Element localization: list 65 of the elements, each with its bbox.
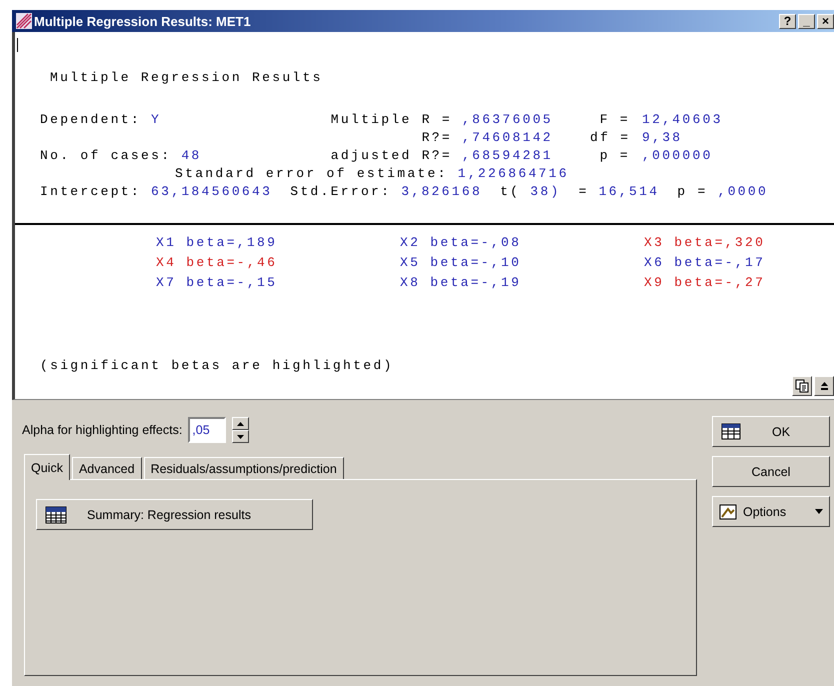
beta-value: X7 beta=-,15 [156,274,278,292]
tab[interactable]: Quick [24,454,70,480]
stat-value: ,68594281 [462,147,553,165]
alpha-label: Alpha for highlighting effects: [22,423,182,437]
stat-label: adjusted R?= [330,147,452,165]
chart-icon [719,504,737,520]
stat-label: F = [598,111,630,129]
beta-value: X8 beta=-,19 [400,274,522,292]
beta-value: X3 beta=,320 [644,234,766,252]
stat-value: 12,40603 [642,111,723,129]
stat-value: 1,226864716 [458,165,569,183]
minimize-button[interactable]: _ [798,14,815,28]
stat-value: 63,184560643 [151,183,272,201]
tab[interactable]: Residuals/assumptions/prediction [144,457,344,479]
stat-label: Intercept: [40,183,142,201]
spin-down-button[interactable] [232,430,250,443]
app-icon [16,13,32,29]
output-heading: Multiple Regression Results [49,69,324,87]
collapse-button[interactable] [814,376,834,396]
window-title: Multiple Regression Results: MET1 [34,14,252,28]
stat-label: p = [598,147,630,165]
alpha-field[interactable]: ,05 [188,417,226,443]
beta-value: X2 beta=-,08 [400,234,522,252]
stat-value: Y [151,111,162,129]
stat-label: Standard error of estimate: [175,165,448,183]
stat-value: ,000000 [642,147,713,165]
stat-label: p = [677,183,708,201]
options-button[interactable]: Options [712,496,830,527]
stat-value: ,74608142 [462,129,553,147]
stat-value: ,86376005 [462,111,553,129]
caret-icon [815,509,823,514]
stat-value: 38) [530,183,561,201]
stat-value: 16,514 [598,183,660,201]
help-button[interactable]: ? [779,14,796,28]
ok-button[interactable]: OK [712,416,830,447]
stat-label: = [578,183,589,201]
beta-value: X5 beta=-,10 [400,254,522,272]
beta-value: X1 beta=,189 [156,234,278,252]
copy-button[interactable] [792,376,812,396]
stat-label: R?= [420,129,452,147]
copy-icon [795,379,809,393]
table-icon [721,423,741,440]
output-note: (significant betas are highlighted) [40,357,395,375]
stat-value: 48 [181,147,202,165]
cancel-button[interactable]: Cancel [712,456,830,487]
collapse-icon [820,381,828,391]
up-arrow-icon [237,422,244,426]
stat-label: No. of cases: [40,147,172,165]
beta-value: X4 beta=-,46 [156,254,278,272]
close-button[interactable]: × [817,14,834,28]
beta-value: X6 beta=-,17 [644,254,766,272]
stat-label: Dependent: [40,111,142,129]
stat-label: t( [500,183,520,201]
stat-value: ,0000 [718,183,768,201]
summary-button[interactable]: Summary: Regression results [36,499,313,530]
down-arrow-icon [237,434,244,438]
tab[interactable]: Advanced [72,457,142,479]
beta-value: X9 beta=-,27 [644,274,766,292]
spin-up-button[interactable] [232,417,250,430]
stat-label: Multiple R = [330,111,452,129]
stat-label: df = [590,129,630,147]
stat-value: 9,38 [642,129,682,147]
table-icon [45,506,67,524]
stat-label: Std.Error: [290,183,392,201]
stat-value: 3,826168 [401,183,482,201]
